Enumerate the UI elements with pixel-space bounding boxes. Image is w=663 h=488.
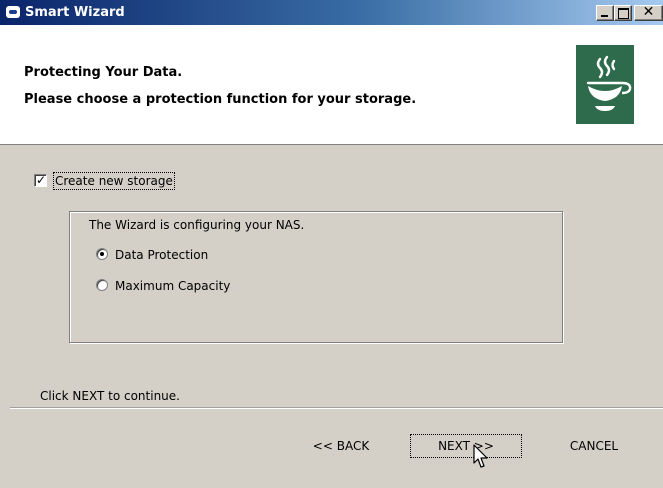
- focus-rect: [410, 434, 522, 458]
- divider: [10, 407, 663, 409]
- title-bar[interactable]: Smart Wizard ✕: [0, 0, 663, 25]
- group-title: The Wizard is configuring your NAS.: [89, 218, 305, 232]
- wizard-header: Protecting Your Data. Please choose a pr…: [0, 25, 663, 145]
- app-icon[interactable]: [6, 6, 20, 18]
- cancel-button[interactable]: CANCEL: [548, 431, 640, 461]
- radio-button[interactable]: [96, 248, 108, 260]
- back-button[interactable]: << BACK: [296, 431, 386, 461]
- mouse-cursor-icon: [473, 444, 488, 468]
- page-subtitle: Please choose a protection function for …: [24, 92, 417, 107]
- window-title: Smart Wizard: [25, 5, 125, 20]
- instruction-text: Click NEXT to continue.: [40, 389, 180, 403]
- close-icon: ✕: [642, 4, 655, 20]
- checkmark-icon: ✓: [36, 173, 47, 187]
- page-title: Protecting Your Data.: [24, 65, 183, 80]
- steaming-bowl-icon: [576, 45, 634, 124]
- minimize-button[interactable]: [596, 5, 614, 21]
- radio-button[interactable]: [96, 279, 108, 291]
- checkbox-box[interactable]: ✓: [34, 173, 47, 187]
- radio-label[interactable]: Data Protection: [115, 247, 208, 263]
- maximize-button[interactable]: [614, 5, 632, 21]
- close-button[interactable]: ✕: [634, 4, 663, 21]
- smart-wizard-window: Smart Wizard ✕ Protecting Your Data. Ple…: [0, 0, 663, 488]
- protection-options-group: The Wizard is configuring your NAS. Data…: [69, 211, 563, 343]
- radio-label[interactable]: Maximum Capacity: [115, 278, 230, 294]
- next-button[interactable]: NEXT >>: [408, 431, 524, 461]
- wizard-body: ✓ Create new storage The Wizard is confi…: [0, 145, 663, 488]
- create-storage-label[interactable]: Create new storage: [53, 172, 175, 190]
